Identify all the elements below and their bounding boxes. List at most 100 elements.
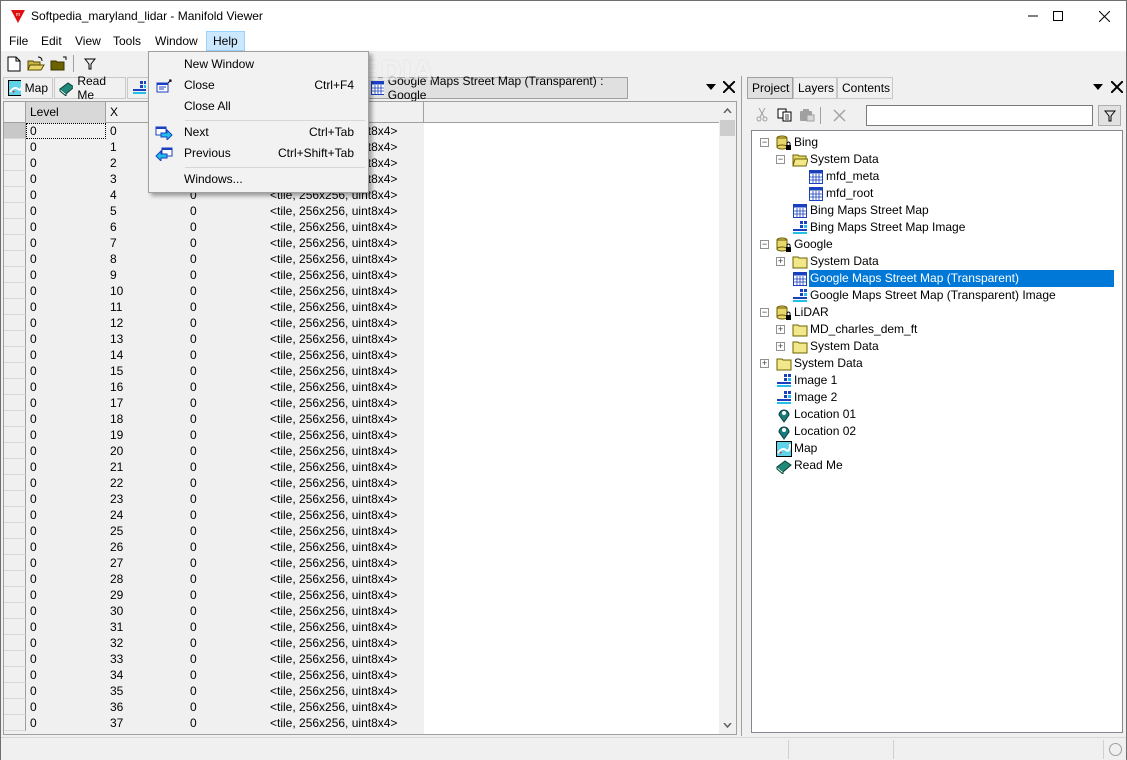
cell-x[interactable]: 21 bbox=[110, 459, 123, 475]
project-filter-input[interactable] bbox=[866, 105, 1093, 126]
cell-y[interactable]: 0 bbox=[190, 347, 197, 363]
table-row[interactable]: 0 5 0 <tile, 256x256, uint8x4> bbox=[4, 203, 424, 219]
table-row[interactable]: 0 26 0 <tile, 256x256, uint8x4> bbox=[4, 539, 424, 555]
collapse-toggle-icon[interactable]: − bbox=[760, 240, 769, 249]
scroll-thumb[interactable] bbox=[720, 120, 735, 136]
cell-tile[interactable]: <tile, 256x256, uint8x4> bbox=[270, 667, 397, 683]
cell-y[interactable]: 0 bbox=[190, 491, 197, 507]
cell-y[interactable]: 0 bbox=[190, 395, 197, 411]
cell-tile[interactable]: <tile, 256x256, uint8x4> bbox=[270, 619, 397, 635]
cell-level[interactable]: 0 bbox=[26, 235, 106, 251]
cell-level[interactable]: 0 bbox=[26, 475, 106, 491]
cell-tile[interactable]: <tile, 256x256, uint8x4> bbox=[270, 395, 397, 411]
cell-x[interactable]: 37 bbox=[110, 715, 123, 731]
cell-x[interactable]: 10 bbox=[110, 283, 123, 299]
cell-level[interactable]: 0 bbox=[26, 539, 106, 555]
tree-item[interactable]: mfd_root bbox=[808, 185, 874, 202]
cell-tile[interactable]: <tile, 256x256, uint8x4> bbox=[270, 507, 397, 523]
row-selector[interactable] bbox=[4, 267, 26, 283]
tree-item[interactable]: − Bing bbox=[760, 134, 819, 151]
cell-y[interactable]: 0 bbox=[190, 219, 197, 235]
cell-x[interactable]: 35 bbox=[110, 683, 123, 699]
tree-item[interactable]: + System Data bbox=[776, 338, 880, 355]
cell-y[interactable]: 0 bbox=[190, 507, 197, 523]
menu-view[interactable]: View bbox=[69, 31, 107, 51]
cell-level[interactable]: 0 bbox=[26, 155, 106, 171]
cell-x[interactable]: 8 bbox=[110, 251, 117, 267]
table-row[interactable]: 0 19 0 <tile, 256x256, uint8x4> bbox=[4, 427, 424, 443]
row-selector[interactable] bbox=[4, 155, 26, 171]
table-row[interactable]: 0 33 0 <tile, 256x256, uint8x4> bbox=[4, 651, 424, 667]
tree-item[interactable]: − Google bbox=[760, 236, 834, 253]
cell-tile[interactable]: <tile, 256x256, uint8x4> bbox=[270, 683, 397, 699]
row-selector[interactable] bbox=[4, 427, 26, 443]
table-row[interactable]: 0 34 0 <tile, 256x256, uint8x4> bbox=[4, 667, 424, 683]
cell-level[interactable]: 0 bbox=[26, 219, 106, 235]
cell-y[interactable]: 0 bbox=[190, 571, 197, 587]
row-selector[interactable] bbox=[4, 555, 26, 571]
cell-x[interactable]: 34 bbox=[110, 667, 123, 683]
cell-x[interactable]: 6 bbox=[110, 219, 117, 235]
cell-x[interactable]: 0 bbox=[110, 123, 117, 139]
row-selector[interactable] bbox=[4, 139, 26, 155]
tree-item[interactable]: + System Data bbox=[760, 355, 864, 372]
tree-item[interactable]: Location 02 bbox=[776, 423, 857, 440]
row-selector[interactable] bbox=[4, 539, 26, 555]
cell-level[interactable]: 0 bbox=[26, 651, 106, 667]
cell-y[interactable]: 0 bbox=[190, 235, 197, 251]
tree-item[interactable]: + System Data bbox=[776, 253, 880, 270]
cell-tile[interactable]: <tile, 256x256, uint8x4> bbox=[270, 555, 397, 571]
collapse-toggle-icon[interactable]: − bbox=[760, 308, 769, 317]
cell-y[interactable]: 0 bbox=[190, 299, 197, 315]
cell-x[interactable]: 31 bbox=[110, 619, 123, 635]
cell-level[interactable]: 0 bbox=[26, 411, 106, 427]
table-row[interactable]: 0 28 0 <tile, 256x256, uint8x4> bbox=[4, 571, 424, 587]
table-row[interactable]: 0 24 0 <tile, 256x256, uint8x4> bbox=[4, 507, 424, 523]
cell-x[interactable]: 25 bbox=[110, 523, 123, 539]
cell-tile[interactable]: <tile, 256x256, uint8x4> bbox=[270, 603, 397, 619]
cell-level[interactable]: 0 bbox=[26, 571, 106, 587]
cell-level[interactable]: 0 bbox=[26, 187, 106, 203]
tree-item[interactable]: + Map bbox=[776, 440, 818, 457]
table-row[interactable]: 0 7 0 <tile, 256x256, uint8x4> bbox=[4, 235, 424, 251]
cell-x[interactable]: 5 bbox=[110, 203, 117, 219]
scroll-up-button[interactable] bbox=[719, 102, 736, 119]
menu-tools[interactable]: Tools bbox=[107, 31, 147, 51]
cell-x[interactable]: 18 bbox=[110, 411, 123, 427]
cell-tile[interactable]: <tile, 256x256, uint8x4> bbox=[270, 251, 397, 267]
cell-x[interactable]: 30 bbox=[110, 603, 123, 619]
row-selector[interactable] bbox=[4, 651, 26, 667]
side-panel-dropdown[interactable] bbox=[1090, 79, 1106, 95]
cell-y[interactable]: 0 bbox=[190, 315, 197, 331]
menu-window[interactable]: Window bbox=[149, 31, 204, 51]
table-row[interactable]: 0 6 0 <tile, 256x256, uint8x4> bbox=[4, 219, 424, 235]
cell-tile[interactable]: <tile, 256x256, uint8x4> bbox=[270, 347, 397, 363]
header-corner[interactable] bbox=[4, 102, 26, 123]
cell-y[interactable]: 0 bbox=[190, 715, 197, 731]
cell-x[interactable]: 12 bbox=[110, 315, 123, 331]
cell-level[interactable]: 0 bbox=[26, 139, 106, 155]
cell-tile[interactable]: <tile, 256x256, uint8x4> bbox=[270, 459, 397, 475]
cell-level[interactable]: 0 bbox=[26, 715, 106, 731]
table-row[interactable]: 0 21 0 <tile, 256x256, uint8x4> bbox=[4, 459, 424, 475]
expand-toggle-icon[interactable]: + bbox=[776, 257, 785, 266]
menu-item-close-all[interactable]: Close All bbox=[151, 96, 366, 117]
cell-y[interactable]: 0 bbox=[190, 427, 197, 443]
cell-y[interactable]: 0 bbox=[190, 699, 197, 715]
cell-x[interactable]: 3 bbox=[110, 171, 117, 187]
paste-button[interactable] bbox=[797, 105, 817, 125]
row-selector[interactable] bbox=[4, 491, 26, 507]
menu-item-windows[interactable]: Windows... bbox=[151, 169, 366, 190]
cell-y[interactable]: 0 bbox=[190, 683, 197, 699]
cell-y[interactable]: 0 bbox=[190, 619, 197, 635]
cell-y[interactable]: 0 bbox=[190, 251, 197, 267]
table-row[interactable]: 0 29 0 <tile, 256x256, uint8x4> bbox=[4, 587, 424, 603]
row-selector[interactable] bbox=[4, 251, 26, 267]
cell-level[interactable]: 0 bbox=[26, 619, 106, 635]
cell-x[interactable]: 23 bbox=[110, 491, 123, 507]
cell-y[interactable]: 0 bbox=[190, 459, 197, 475]
table-row[interactable]: 0 30 0 <tile, 256x256, uint8x4> bbox=[4, 603, 424, 619]
cell-x[interactable]: 32 bbox=[110, 635, 123, 651]
cell-x[interactable]: 24 bbox=[110, 507, 123, 523]
cell-x[interactable]: 28 bbox=[110, 571, 123, 587]
